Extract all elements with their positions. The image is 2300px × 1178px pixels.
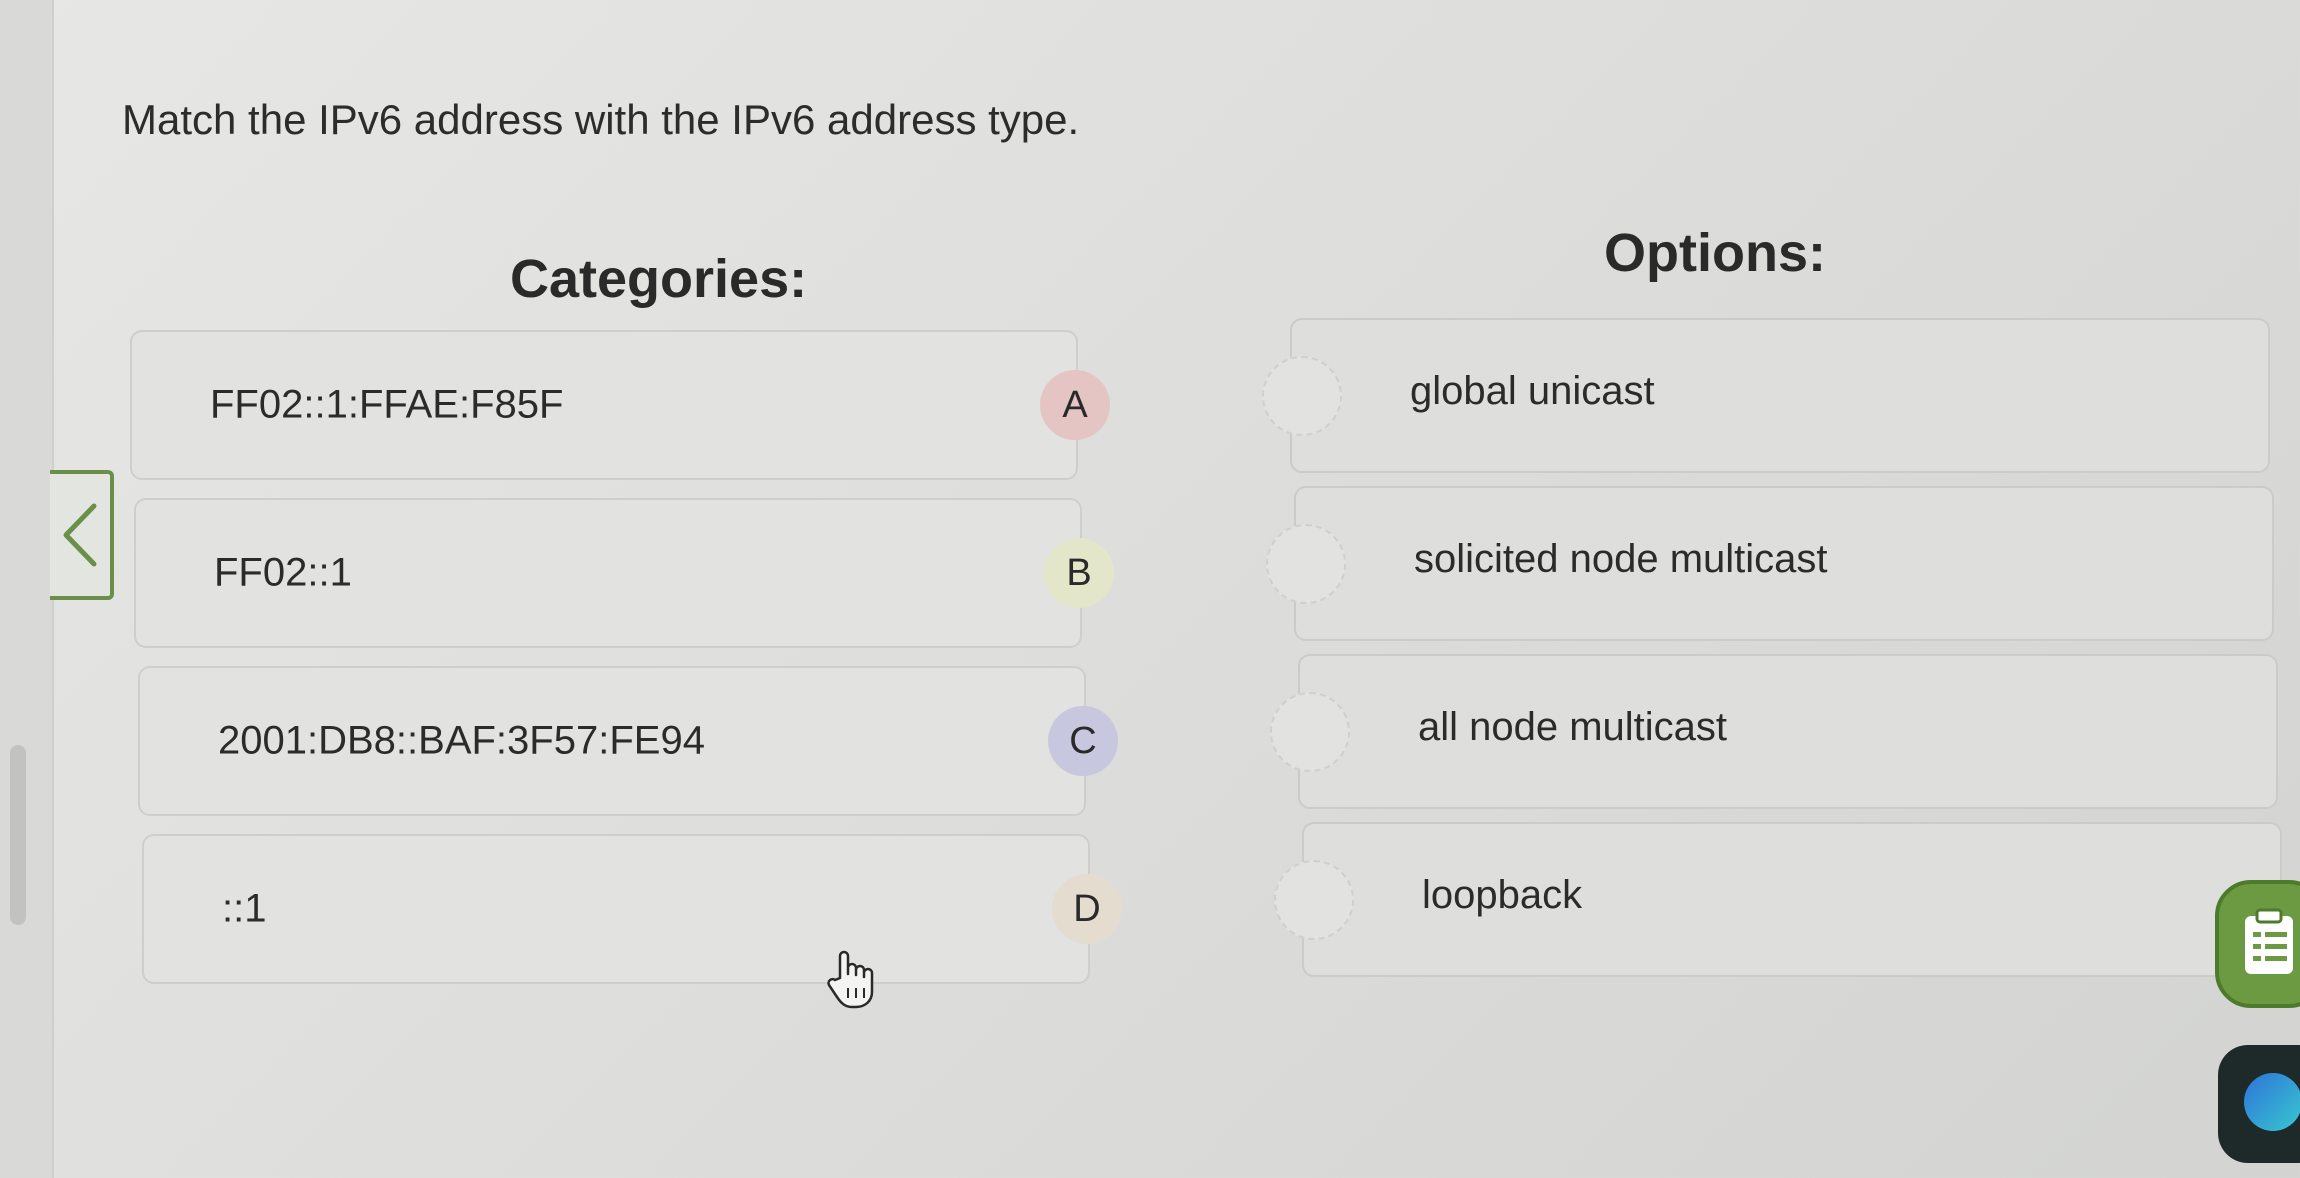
option-label: solicited node multicast [1414,536,1828,581]
option-card-solicited-node-multicast[interactable]: solicited node multicast [1266,486,2274,641]
category-letter-badge-d: D [1052,874,1122,944]
option-drop-target[interactable] [1266,523,1346,604]
category-letter-badge-c: C [1048,706,1118,776]
category-address: FF02::1:FFAE:F85F [210,382,564,427]
app-button[interactable] [2218,1045,2300,1163]
category-letter-badge-b: B [1044,538,1114,608]
chevron-left-icon [63,503,97,567]
option-label: all node multicast [1418,704,1728,749]
option-card-loopback[interactable]: loopback [1274,822,2282,977]
category-address: ::1 [222,886,267,931]
category-address: 2001:DB8::BAF:3F57:FE94 [218,718,705,763]
clipboard-icon [2245,908,2293,974]
option-label: global unicast [1410,368,1655,413]
option-drop-target[interactable] [1262,355,1342,436]
left-panel-edge [0,0,54,1178]
back-button[interactable] [50,470,114,600]
category-letter-badge-a: A [1040,370,1110,440]
scrollbar-thumb[interactable] [10,745,26,925]
categories-heading: Categories: [510,249,808,309]
option-card-global-unicast[interactable]: global unicast [1262,318,2270,473]
app-logo-icon [2244,1073,2300,1131]
category-card-c[interactable]: 2001:DB8::BAF:3F57:FE94 [138,666,1086,816]
category-address: FF02::1 [214,550,352,595]
category-card-a[interactable]: FF02::1:FFAE:F85F [130,330,1078,480]
category-card-b[interactable]: FF02::1 [134,498,1082,648]
hand-pointer-icon [827,950,874,1009]
category-card-d[interactable]: ::1 [142,834,1090,984]
question-prompt: Match the IPv6 address with the IPv6 add… [122,96,1080,143]
option-card-all-node-multicast[interactable]: all node multicast [1270,654,2278,809]
option-label: loopback [1422,872,1583,917]
option-drop-target[interactable] [1270,691,1350,772]
notes-button[interactable] [2215,880,2300,1008]
options-heading: Options: [1604,223,1826,283]
option-drop-target[interactable] [1274,859,1354,940]
